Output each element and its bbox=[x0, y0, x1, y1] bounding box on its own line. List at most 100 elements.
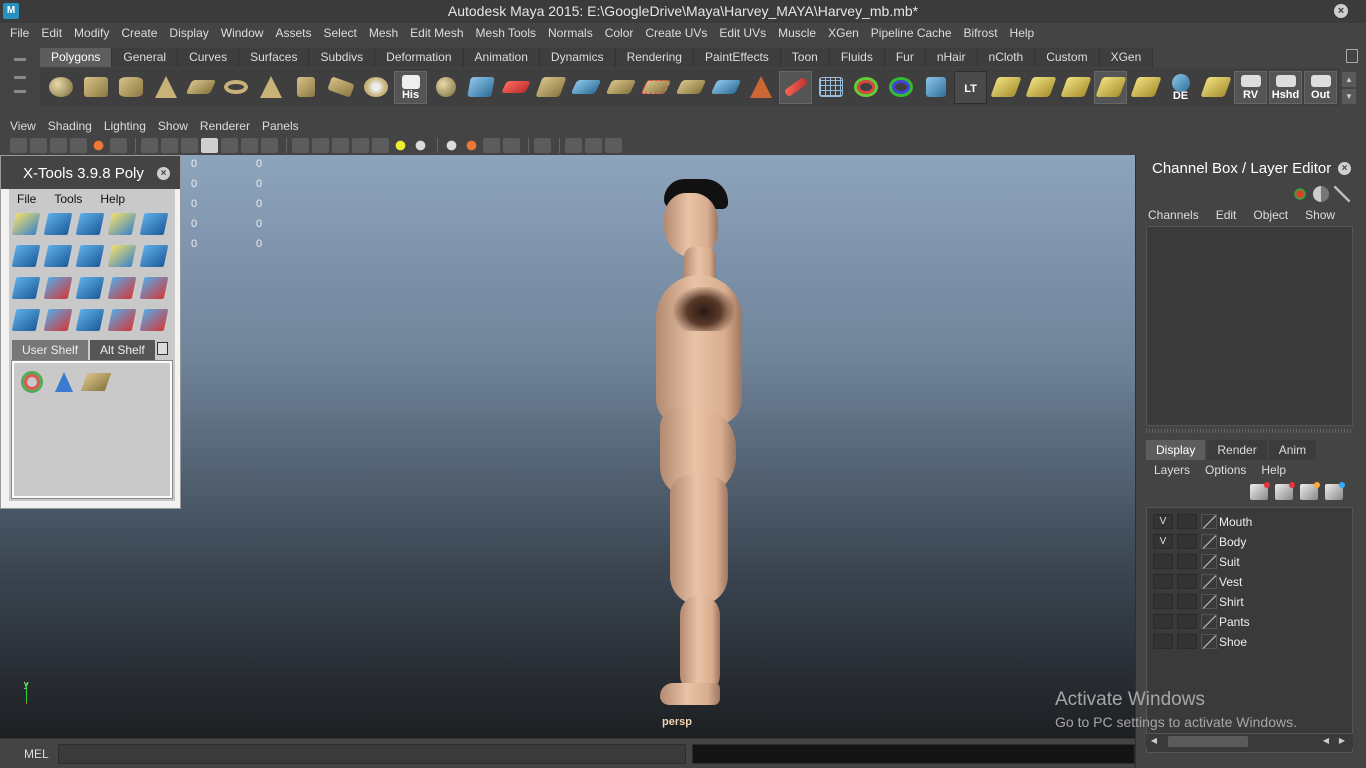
lt-toggle-icon[interactable]: LT bbox=[954, 70, 987, 104]
layer-color-swatch[interactable] bbox=[1201, 574, 1217, 589]
panel-splitter[interactable] bbox=[1146, 429, 1353, 433]
layer-row-suit[interactable]: Suit bbox=[1153, 553, 1348, 571]
panel-menu-show[interactable]: Show bbox=[152, 119, 194, 133]
layer-color-swatch[interactable] bbox=[1201, 594, 1217, 609]
layer-row-pants[interactable]: Pants bbox=[1153, 613, 1348, 631]
xtool-icon[interactable] bbox=[75, 209, 105, 239]
layer-color-swatch[interactable] bbox=[1201, 634, 1217, 649]
menu-create[interactable]: Create bbox=[115, 26, 163, 40]
new-layer-icon[interactable] bbox=[1300, 482, 1320, 500]
layer-visibility-toggle[interactable] bbox=[1153, 574, 1173, 589]
shelf-tab-custom[interactable]: Custom bbox=[1035, 48, 1100, 67]
menu-edit-uvs[interactable]: Edit UVs bbox=[713, 26, 772, 40]
layer-visibility-toggle[interactable] bbox=[1153, 634, 1173, 649]
manipulator-icon[interactable] bbox=[1292, 186, 1308, 202]
isolate-select-icon[interactable] bbox=[534, 137, 551, 153]
xtools-close-icon[interactable]: × bbox=[157, 167, 170, 180]
xtool-icon[interactable] bbox=[139, 209, 169, 239]
layer-tab-render[interactable]: Render bbox=[1207, 440, 1267, 460]
xtool-icon[interactable] bbox=[139, 241, 169, 271]
panel-menu-lighting[interactable]: Lighting bbox=[98, 119, 152, 133]
safe-action-icon[interactable] bbox=[241, 137, 258, 153]
triangulate-icon[interactable] bbox=[674, 71, 707, 104]
poly-pyramid-icon[interactable] bbox=[254, 71, 287, 104]
menu-bifrost[interactable]: Bifrost bbox=[958, 26, 1004, 40]
separate-icon[interactable] bbox=[464, 71, 497, 104]
wireframe-icon[interactable] bbox=[292, 137, 309, 153]
universal-manip-icon[interactable] bbox=[884, 71, 917, 104]
sculpt-geometry-icon[interactable] bbox=[359, 71, 392, 104]
menu-help[interactable]: Help bbox=[1004, 26, 1041, 40]
layers-horizontal-scrollbar[interactable]: ◀ ◀ ▶ bbox=[1146, 733, 1353, 748]
layer-playback-toggle[interactable] bbox=[1177, 594, 1197, 609]
xtool-icon[interactable] bbox=[139, 273, 169, 303]
cb-menu-object[interactable]: Object bbox=[1253, 208, 1288, 222]
menu-window[interactable]: Window bbox=[215, 26, 270, 40]
xtool-icon[interactable] bbox=[107, 305, 137, 335]
poly-cube-icon[interactable] bbox=[79, 71, 112, 104]
layer-visibility-toggle[interactable]: V bbox=[1153, 514, 1173, 529]
use-all-lights-icon[interactable] bbox=[392, 137, 409, 153]
shelf-tab-fluids[interactable]: Fluids bbox=[829, 48, 885, 67]
hyper-icon[interactable] bbox=[1334, 186, 1350, 202]
shelf-tab-ncloth[interactable]: nCloth bbox=[977, 48, 1036, 67]
combine-icon[interactable] bbox=[429, 71, 462, 104]
channel-box-close-icon[interactable]: × bbox=[1338, 162, 1351, 175]
layer-visibility-toggle[interactable] bbox=[1153, 594, 1173, 609]
menu-pipeline-cache[interactable]: Pipeline Cache bbox=[865, 26, 958, 40]
uv-planar-icon[interactable] bbox=[989, 71, 1022, 104]
mel-label[interactable]: MEL bbox=[24, 747, 49, 761]
layer-color-swatch[interactable] bbox=[1201, 534, 1217, 549]
shelf-tab-painteffects[interactable]: PaintEffects bbox=[693, 48, 781, 67]
xtools-menu-file[interactable]: File bbox=[17, 192, 36, 206]
shelf-grip[interactable] bbox=[6, 48, 34, 108]
poly-torus-icon[interactable] bbox=[219, 71, 252, 104]
layer-tab-display[interactable]: Display bbox=[1146, 440, 1206, 460]
shelf-tab-deformation[interactable]: Deformation bbox=[375, 48, 464, 67]
panel-menu-panels[interactable]: Panels bbox=[256, 119, 305, 133]
window-close-icon[interactable]: × bbox=[1334, 4, 1348, 18]
xtool-icon[interactable] bbox=[107, 273, 137, 303]
grid-toggle-icon[interactable] bbox=[141, 137, 158, 153]
wireframe-cage-icon[interactable] bbox=[814, 71, 847, 104]
poly-plane-icon[interactable] bbox=[184, 71, 217, 104]
xtools-tab-alt-shelf[interactable]: Alt Shelf bbox=[90, 340, 155, 360]
menu-xgen[interactable]: XGen bbox=[822, 26, 865, 40]
xtools-menu-tools[interactable]: Tools bbox=[54, 192, 82, 206]
menu-mesh[interactable]: Mesh bbox=[363, 26, 404, 40]
uv-spherical-icon[interactable] bbox=[1059, 71, 1092, 104]
xtool-icon[interactable] bbox=[75, 273, 105, 303]
xray-active-icon[interactable] bbox=[585, 137, 602, 153]
poly-reduce-icon[interactable] bbox=[569, 71, 602, 104]
display-edges-icon[interactable]: DE bbox=[1164, 71, 1197, 104]
xtool-icon[interactable] bbox=[43, 241, 73, 271]
shelf-tab-surfaces[interactable]: Surfaces bbox=[239, 48, 310, 67]
layer-playback-toggle[interactable] bbox=[1177, 614, 1197, 629]
interactive-split-icon[interactable] bbox=[779, 70, 812, 104]
cb-menu-channels[interactable]: Channels bbox=[1148, 208, 1199, 222]
scroll-left-icon[interactable]: ◀ bbox=[1148, 735, 1160, 747]
uv-tile-icon[interactable] bbox=[80, 367, 112, 397]
menu-modify[interactable]: Modify bbox=[68, 26, 115, 40]
cb-menu-edit[interactable]: Edit bbox=[1216, 208, 1237, 222]
outliner-icon[interactable]: Out bbox=[1304, 70, 1337, 104]
soft-select-icon[interactable] bbox=[849, 71, 882, 104]
shelf-tab-nhair[interactable]: nHair bbox=[925, 48, 978, 67]
character-model[interactable] bbox=[640, 175, 760, 715]
smooth-shade-icon[interactable] bbox=[312, 137, 329, 153]
xtool-icon[interactable] bbox=[11, 241, 41, 271]
layer-visibility-toggle[interactable] bbox=[1153, 614, 1173, 629]
xray-icon[interactable] bbox=[565, 137, 582, 153]
layer-row-shoe[interactable]: Shoe bbox=[1153, 633, 1348, 651]
xtool-icon[interactable] bbox=[43, 273, 73, 303]
shelf-scroll[interactable]: ▲ ▼ bbox=[1342, 72, 1356, 104]
uv-cylindrical-icon[interactable] bbox=[1024, 71, 1057, 104]
bookmark-icon[interactable] bbox=[50, 137, 67, 153]
xtool-icon[interactable] bbox=[107, 209, 137, 239]
xtool-icon[interactable] bbox=[107, 241, 137, 271]
screen-space-ao-icon[interactable] bbox=[443, 137, 460, 153]
menu-edit-mesh[interactable]: Edit Mesh bbox=[404, 26, 469, 40]
layer-color-swatch[interactable] bbox=[1201, 554, 1217, 569]
layer-row-shirt[interactable]: Shirt bbox=[1153, 593, 1348, 611]
layer-playback-toggle[interactable] bbox=[1177, 534, 1197, 549]
